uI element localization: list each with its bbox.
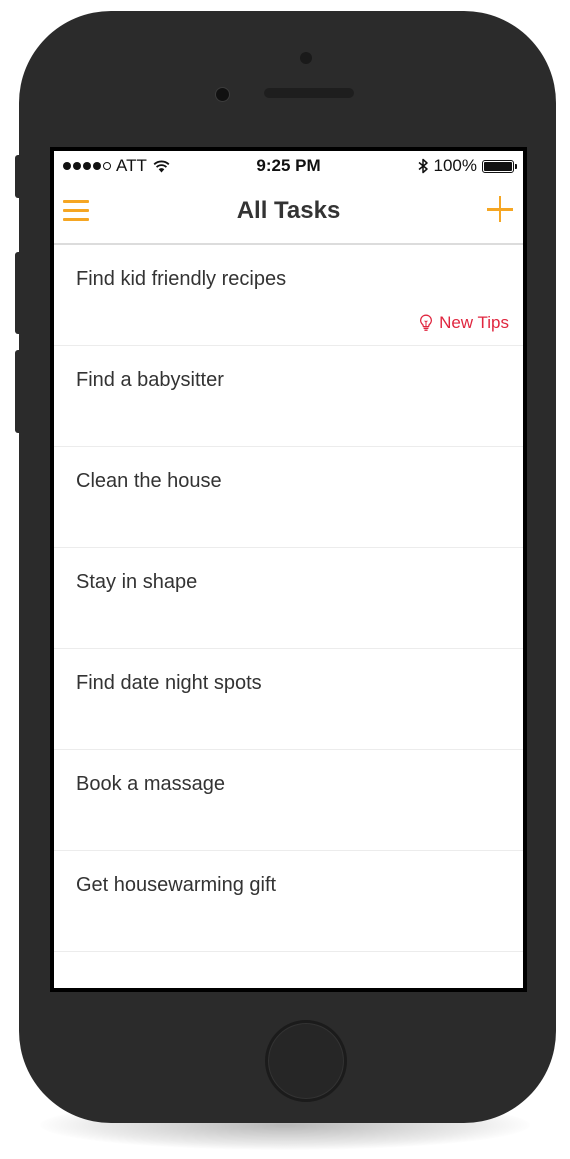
new-tips-badge[interactable]: New Tips <box>419 313 509 333</box>
task-title: Find kid friendly recipes <box>76 268 287 290</box>
task-row[interactable]: Get housewarming gift <box>54 851 523 952</box>
battery-level <box>484 161 512 171</box>
task-row[interactable]: Find date night spots <box>54 649 523 750</box>
battery-icon <box>482 159 517 173</box>
task-title: Stay in shape <box>76 571 198 593</box>
bluetooth-icon <box>418 158 428 174</box>
task-title: Find date night spots <box>76 672 262 694</box>
status-bar: ATT 9:25 PM 100% <box>54 151 523 181</box>
task-row[interactable]: Find kid friendly recipes New Tips <box>54 245 523 346</box>
battery-percentage: 100% <box>433 156 477 175</box>
front-camera <box>300 52 312 64</box>
home-button[interactable] <box>265 1020 347 1102</box>
proximity-sensor <box>215 87 230 102</box>
battery-tip <box>515 163 517 169</box>
task-row[interactable]: Stay in shape <box>54 548 523 649</box>
task-title: Get housewarming gift <box>76 874 277 896</box>
task-title: Find a babysitter <box>76 369 224 391</box>
task-title: Book a massage <box>76 773 225 795</box>
task-row[interactable]: Clean the house <box>54 447 523 548</box>
page-title: All Tasks <box>236 197 341 224</box>
lightbulb-icon <box>420 314 433 331</box>
task-title: Clean the house <box>76 470 222 492</box>
task-row[interactable]: Find a babysitter <box>54 346 523 447</box>
task-row[interactable]: Book a massage <box>54 750 523 851</box>
status-right: 100% <box>417 156 517 176</box>
navigation-bar: All Tasks <box>54 181 523 245</box>
earpiece-speaker <box>264 88 354 98</box>
phone-screen: ATT 9:25 PM 100% All Tasks Find kid frie… <box>50 147 527 992</box>
task-list: Find kid friendly recipes New Tips Find … <box>54 245 523 952</box>
app-screen: ATT 9:25 PM 100% All Tasks Find kid frie… <box>54 151 523 988</box>
new-tips-label: New Tips <box>439 313 509 332</box>
add-task-button[interactable] <box>485 195 515 225</box>
